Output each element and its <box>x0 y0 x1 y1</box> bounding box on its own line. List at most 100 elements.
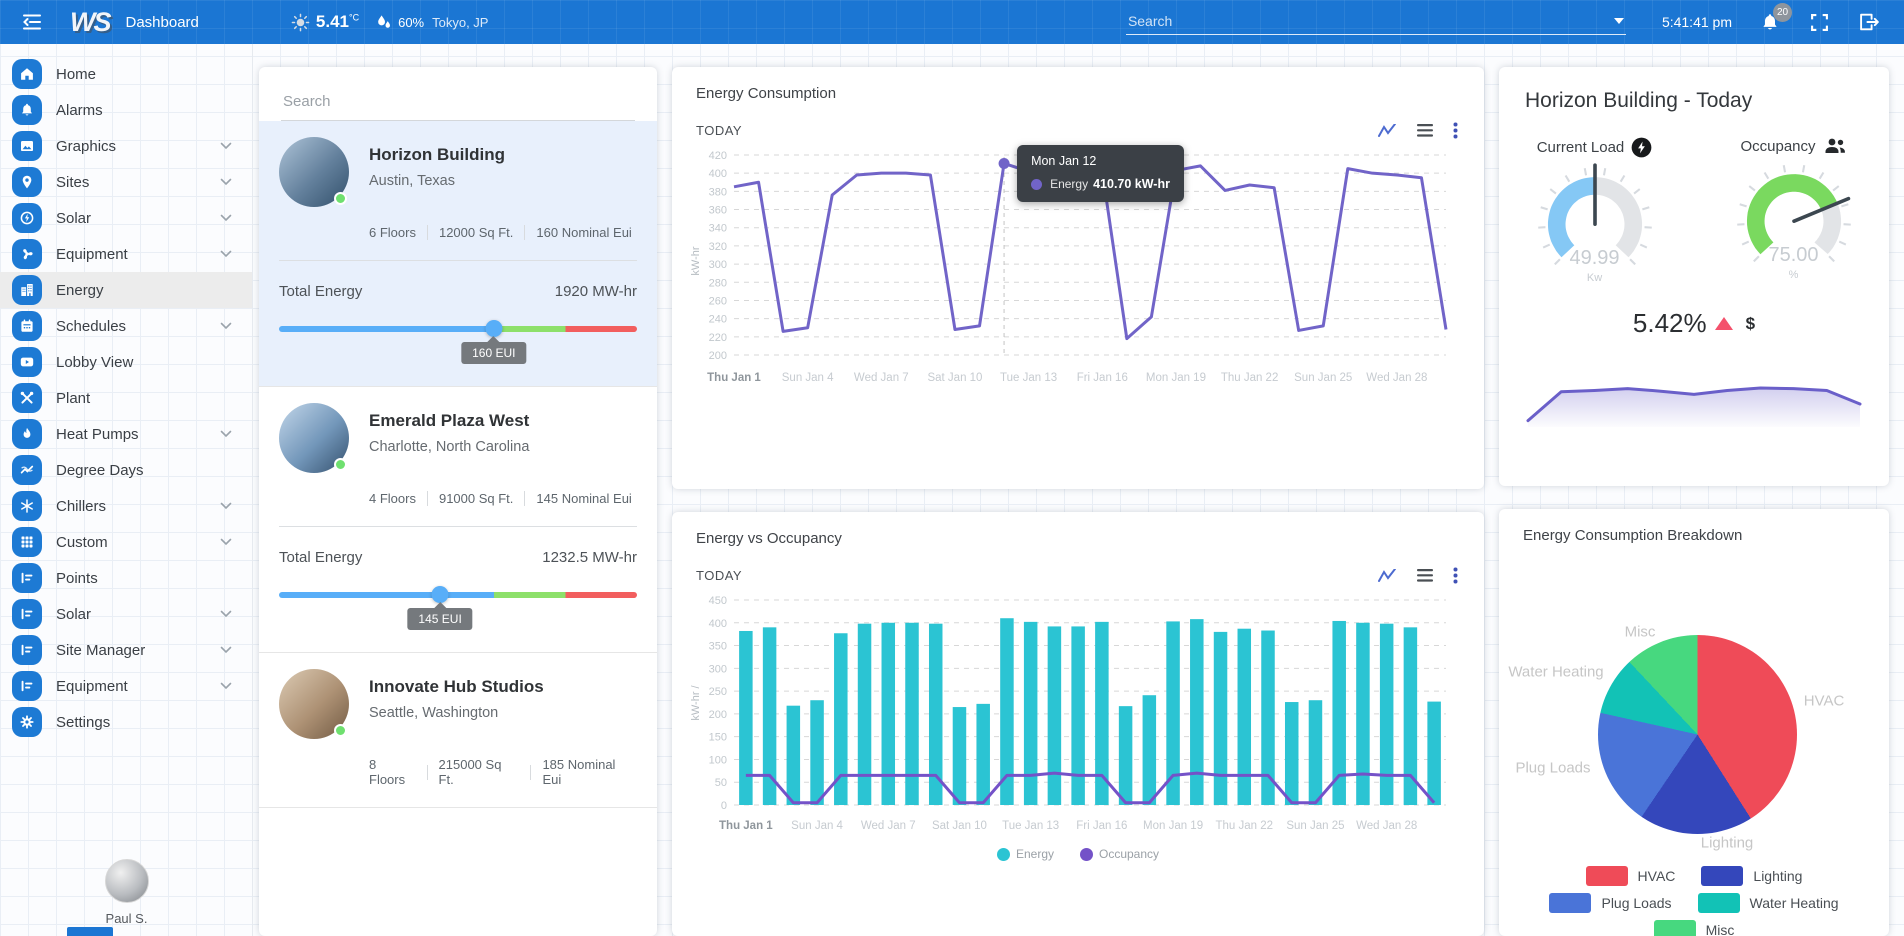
eui-slider-handle[interactable] <box>485 320 502 337</box>
brand-logo[interactable]: WS <box>70 7 110 38</box>
weather-widget: 5.41°C 60% Tokyo, JP <box>291 12 489 32</box>
fan-icon <box>12 239 42 269</box>
sidebar-item-plant[interactable]: Plant <box>0 380 252 416</box>
chevron-down-icon[interactable] <box>220 214 232 222</box>
eui-slider-handle[interactable] <box>432 586 449 603</box>
fullscreen-button[interactable] <box>1810 13 1829 32</box>
gauge-label: Occupancy <box>1740 138 1815 155</box>
chevron-down-icon[interactable] <box>220 682 232 690</box>
sidebar-item-points[interactable]: Points <box>0 560 252 596</box>
building-card-innovate-hub-studios[interactable]: Innovate Hub StudiosSeattle, Washington8… <box>259 653 657 808</box>
building-photo <box>279 669 349 739</box>
chevron-down-icon[interactable] <box>220 538 232 546</box>
total-energy-label: Total Energy <box>279 549 362 566</box>
sidebar-item-equipment[interactable]: Equipment <box>0 668 252 704</box>
building-area: 12000 Sq Ft. <box>439 225 513 240</box>
sidebar-item-solar[interactable]: Solar <box>0 596 252 632</box>
chart-menu-kebab-icon[interactable] <box>1453 567 1458 584</box>
trend-icon <box>19 462 35 478</box>
chevron-down-icon[interactable] <box>220 178 232 186</box>
status-dot <box>334 458 347 471</box>
svg-text:Tue Jan 13: Tue Jan 13 <box>1000 372 1057 384</box>
breakdown-legend-item-hvac[interactable]: HVAC <box>1586 866 1676 886</box>
user-name: Paul S. <box>0 911 253 926</box>
sidebar-item-label: Plant <box>56 390 90 407</box>
line-chart-view-icon[interactable] <box>1377 569 1397 583</box>
total-energy-value: 1920 MW-hr <box>555 283 637 300</box>
sidebar-item-graphics[interactable]: Graphics <box>0 128 252 164</box>
list-icon <box>12 563 42 593</box>
pie-label-plug-loads: Plug Loads <box>1515 760 1590 777</box>
sidebar-item-custom[interactable]: Custom <box>0 524 252 560</box>
sidebar-item-degree-days[interactable]: Degree Days <box>0 452 252 488</box>
building-card-emerald-plaza-west[interactable]: Emerald Plaza WestCharlotte, North Carol… <box>259 387 657 653</box>
grid-icon <box>19 534 35 550</box>
snowflake-icon <box>12 491 42 521</box>
sidebar-item-label: Points <box>56 570 98 587</box>
chevron-down-icon[interactable] <box>220 502 232 510</box>
cost-change-value: 5.42% <box>1633 308 1707 339</box>
building-nominal-eui: 145 Nominal Eui <box>536 491 631 506</box>
image-icon <box>12 131 42 161</box>
search-dropdown-caret-icon[interactable] <box>1614 18 1624 24</box>
user-avatar[interactable] <box>105 859 149 903</box>
sidebar-item-label: Heat Pumps <box>56 426 139 443</box>
breakdown-legend-item-lighting[interactable]: Lighting <box>1701 866 1802 886</box>
eui-slider[interactable]: 160 EUI <box>279 326 637 366</box>
list-icon <box>19 570 35 586</box>
legend-item-energy[interactable]: Energy <box>997 847 1054 861</box>
chevron-down-icon[interactable] <box>220 250 232 258</box>
clock: 5:41:41 pm <box>1662 14 1732 30</box>
sidebar-item-heat-pumps[interactable]: Heat Pumps <box>0 416 252 452</box>
list-icon <box>12 599 42 629</box>
menu-toggle-icon[interactable] <box>20 11 44 33</box>
sidebar-item-settings[interactable]: Settings <box>0 704 252 740</box>
svg-text:240: 240 <box>709 314 727 326</box>
sidebar-item-schedules[interactable]: Schedules <box>0 308 252 344</box>
legend-item-occupancy[interactable]: Occupancy <box>1080 847 1159 861</box>
sidebar-item-label: Chillers <box>56 498 106 515</box>
chart-menu-kebab-icon[interactable] <box>1453 122 1458 139</box>
breakdown-legend-item-water-heating[interactable]: Water Heating <box>1698 893 1839 913</box>
sidebar-item-solar[interactable]: Solar <box>0 200 252 236</box>
chevron-down-icon[interactable] <box>220 322 232 330</box>
status-dot <box>334 192 347 205</box>
sidebar-item-home[interactable]: Home <box>0 56 252 92</box>
sidebar-item-site-manager[interactable]: Site Manager <box>0 632 252 668</box>
sidebar-item-sites[interactable]: Sites <box>0 164 252 200</box>
sidebar-item-alarms[interactable]: Alarms <box>0 92 252 128</box>
notifications-button[interactable]: 20 <box>1760 12 1780 33</box>
topbar-search-input[interactable] <box>1126 9 1626 35</box>
humidity-icon <box>375 13 392 31</box>
svg-text:Mon Jan 19: Mon Jan 19 <box>1143 820 1203 832</box>
logout-button[interactable] <box>1859 12 1880 32</box>
sidebar-item-chillers[interactable]: Chillers <box>0 488 252 524</box>
svg-text:300: 300 <box>709 663 727 675</box>
sidebar-item-energy[interactable]: Energy <box>0 272 252 308</box>
chevron-down-icon[interactable] <box>220 142 232 150</box>
svg-text:Fri Jan 16: Fri Jan 16 <box>1076 820 1127 832</box>
sidebar-item-lobby-view[interactable]: Lobby View <box>0 344 252 380</box>
chevron-down-icon[interactable] <box>220 646 232 654</box>
building-card-horizon-building[interactable]: Horizon BuildingAustin, Texas6 Floors120… <box>259 121 657 387</box>
svg-text:280: 280 <box>709 277 727 289</box>
building-search-input[interactable] <box>281 89 635 121</box>
breakdown-legend-item-plug-loads[interactable]: Plug Loads <box>1549 893 1671 913</box>
gear-icon <box>19 714 35 730</box>
building-list-panel: Horizon BuildingAustin, Texas6 Floors120… <box>259 67 657 936</box>
table-view-icon[interactable] <box>1417 124 1433 137</box>
line-chart-view-icon[interactable] <box>1377 124 1397 138</box>
table-view-icon[interactable] <box>1417 569 1433 582</box>
svg-text:380: 380 <box>709 186 727 198</box>
sidebar-item-equipment[interactable]: Equipment <box>0 236 252 272</box>
temperature-value: 5.41°C <box>316 12 359 32</box>
svg-text:Fri Jan 16: Fri Jan 16 <box>1077 372 1128 384</box>
sidebar-item-label: Schedules <box>56 318 126 335</box>
building-location: Seattle, Washington <box>369 705 544 721</box>
chart-title: Energy vs Occupancy <box>672 512 1484 547</box>
chevron-down-icon[interactable] <box>220 430 232 438</box>
svg-text:Thu Jan 1: Thu Jan 1 <box>719 820 773 832</box>
breakdown-legend-item-misc[interactable]: Misc <box>1654 920 1735 936</box>
chevron-down-icon[interactable] <box>220 610 232 618</box>
eui-slider[interactable]: 145 EUI <box>279 592 637 632</box>
